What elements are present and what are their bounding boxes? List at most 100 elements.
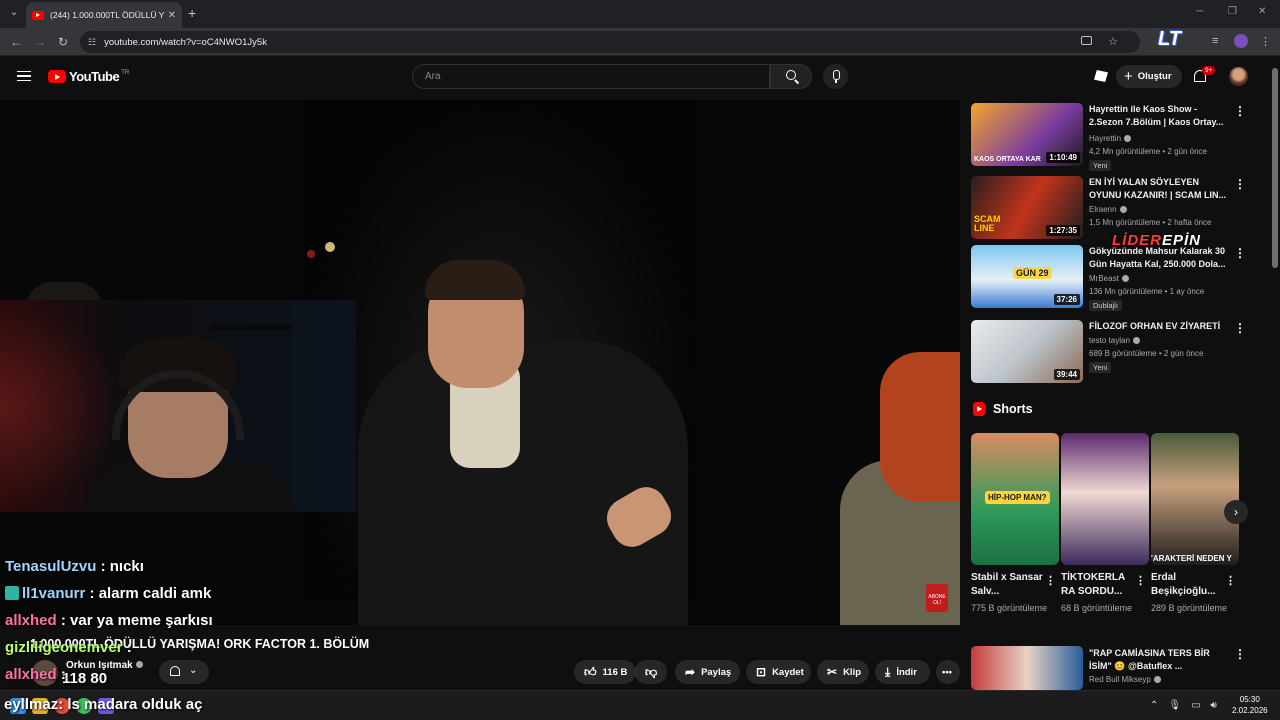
- cast-tab-icon[interactable]: [1081, 36, 1092, 45]
- rec-channel[interactable]: Red Bull Mikseyp: [1089, 675, 1161, 684]
- more-vert-icon[interactable]: ⋮: [1045, 574, 1056, 587]
- verified-icon: [1153, 676, 1161, 683]
- rec-title[interactable]: FİLOZOF ORHAN EV ZİYARETİ: [1089, 320, 1227, 333]
- taskbar-clock[interactable]: 05:30 2.02.2026: [1232, 694, 1268, 716]
- site-info-icon[interactable]: ☷: [88, 37, 96, 48]
- rec-channel[interactable]: Elraenn: [1089, 205, 1127, 214]
- more-vert-icon[interactable]: ⋮: [1234, 648, 1246, 660]
- youtube-logo[interactable]: YouTube TR: [48, 69, 129, 84]
- hamburger-menu-icon[interactable]: [17, 71, 31, 81]
- bookmark-star-icon[interactable]: ☆: [1108, 35, 1118, 48]
- bookmark-icon: ⊡: [756, 665, 767, 679]
- url-text: youtube.com/watch?v=oC4NWO1Jy5k: [104, 36, 267, 48]
- new-tab-icon[interactable]: +: [188, 5, 196, 21]
- profile-avatar[interactable]: [1234, 34, 1248, 48]
- minimize-icon[interactable]: ─: [1196, 6, 1203, 17]
- url-input[interactable]: ☷ youtube.com/watch?v=oC4NWO1Jy5k ☆: [80, 31, 1140, 53]
- tray-chevron-up-icon[interactable]: ⌃: [1150, 700, 1158, 711]
- dislike-button[interactable]: 👎︎: [635, 660, 667, 684]
- menu-dots-icon[interactable]: ⋮: [1260, 35, 1271, 48]
- close-icon[interactable]: ✕: [168, 10, 176, 21]
- rec-thumbnail[interactable]: KAOS ORTAYA KAR 1:10:49: [971, 103, 1083, 166]
- forward-icon[interactable]: →: [34, 35, 46, 49]
- rec-video[interactable]: KAOS ORTAYA KAR 1:10:49 Hayrettin ile Ka…: [971, 103, 1270, 171]
- download-icon: ⤓: [885, 664, 891, 679]
- rec-thumbnail[interactable]: GÜN 29 37:26: [971, 245, 1083, 308]
- more-vert-icon[interactable]: ⋮: [1234, 105, 1246, 117]
- chat-message: TenasulUzvu : nıckı: [5, 558, 144, 575]
- rec-channel[interactable]: MrBeast: [1089, 274, 1129, 283]
- rec-title[interactable]: EN İYİ YALAN SÖYLEYEN OYUNU KAZANIR! | S…: [1089, 176, 1227, 202]
- youtube-favicon-icon: [32, 10, 44, 20]
- short-thumbnail[interactable]: [1061, 433, 1149, 565]
- rec-thumbnail[interactable]: [971, 646, 1083, 690]
- user-avatar[interactable]: [1229, 67, 1248, 86]
- browser-tab[interactable]: (244) 1.000.000TL ÖDÜLLÜ YARIŞMA ✕: [26, 2, 182, 28]
- rec-meta: 136 Mn görüntüleme • 1 ay önce: [1089, 287, 1205, 296]
- more-vert-icon[interactable]: ⋮: [1234, 322, 1246, 334]
- more-actions-button[interactable]: •••: [936, 660, 960, 684]
- rec-video[interactable]: GÜN 29 37:26 Gökyüzünde Mahsur Kalarak 3…: [971, 245, 1270, 311]
- chat-user: allxhed: [5, 666, 57, 683]
- create-button[interactable]: + Oluştur: [1116, 65, 1182, 88]
- volume-icon[interactable]: 🔊︎: [1211, 700, 1217, 711]
- reading-list-icon[interactable]: ≡: [1212, 35, 1218, 47]
- chevron-right-icon[interactable]: ›: [1224, 500, 1248, 524]
- rec-video[interactable]: SCAM LINE 1:27:35 EN İYİ YALAN SÖYLEYEN …: [971, 176, 1270, 240]
- more-vert-icon[interactable]: ⋮: [1135, 574, 1146, 587]
- subscribe-watermark[interactable]: ABONE OL!: [926, 584, 948, 612]
- create-label: Oluştur: [1137, 71, 1172, 82]
- share-button[interactable]: ➦ Paylaş: [675, 660, 740, 684]
- verified-icon: [1119, 206, 1127, 213]
- short-item[interactable]: HİP-HOP MAN? Stabil x Sansar Salv... 775…: [971, 433, 1059, 614]
- short-title[interactable]: Stabil x Sansar Salv...: [971, 571, 1043, 599]
- rec-channel[interactable]: Hayrettin: [1089, 134, 1132, 143]
- microphone-icon[interactable]: 🎙︎: [1168, 700, 1181, 711]
- rec-meta: 1,5 Mn görüntüleme • 2 hafta önce: [1089, 218, 1212, 227]
- short-thumbnail[interactable]: 'ARAKTERİ NEDEN Y: [1151, 433, 1239, 565]
- rec-thumbnail[interactable]: SCAM LINE 1:27:35: [971, 176, 1083, 239]
- download-button[interactable]: ⤓ İndir: [875, 660, 930, 684]
- reload-icon[interactable]: ↻: [58, 35, 68, 49]
- short-title[interactable]: TİKTOKERLA RA SORDU...: [1061, 571, 1133, 599]
- save-button[interactable]: ⊡ Kaydet: [746, 660, 811, 684]
- window-close-icon[interactable]: ✕: [1258, 6, 1266, 17]
- chat-user: allxhed: [5, 612, 57, 629]
- short-item[interactable]: TİKTOKERLA RA SORDU... 68 B görüntüleme …: [1061, 433, 1149, 614]
- more-vert-icon[interactable]: ⋮: [1234, 247, 1246, 259]
- youtube-header: YouTube TR Ara + Oluştur 9+: [0, 56, 1280, 100]
- back-icon[interactable]: ←: [10, 35, 22, 49]
- premium-sparkle-icon[interactable]: [1094, 70, 1108, 82]
- short-thumbnail[interactable]: HİP-HOP MAN?: [971, 433, 1059, 565]
- rec-title[interactable]: Hayrettin ile Kaos Show - 2.Sezon 7.Bölü…: [1089, 103, 1227, 129]
- maximize-icon[interactable]: ❐: [1228, 6, 1237, 17]
- scrollbar-thumb[interactable]: [1272, 68, 1278, 268]
- rec-channel[interactable]: testo taylan: [1089, 336, 1140, 345]
- duration-badge: 1:10:49: [1046, 152, 1080, 163]
- tab-search-icon[interactable]: ⌄: [6, 5, 22, 21]
- notification-count-badge: 9+: [1202, 66, 1216, 75]
- rec-video[interactable]: 39:44 FİLOZOF ORHAN EV ZİYARETİ testo ta…: [971, 320, 1270, 384]
- rec-thumbnail[interactable]: 39:44: [971, 320, 1083, 383]
- main-person-coat: [358, 340, 688, 625]
- dubbed-badge: Dublajlı: [1089, 300, 1123, 311]
- short-item[interactable]: 'ARAKTERİ NEDEN Y Erdal Beşikçioğlu... 2…: [1151, 433, 1239, 614]
- more-vert-icon[interactable]: ⋮: [1234, 178, 1246, 190]
- page-scrollbar[interactable]: [1270, 56, 1280, 690]
- rec-title[interactable]: "RAP CAMİASINA TERS BİR İSİM" 😊 @Batufle…: [1089, 647, 1227, 673]
- search-input[interactable]: Ara: [412, 64, 770, 89]
- chat-badge-icon: [5, 586, 19, 600]
- network-icon[interactable]: ▭: [1191, 700, 1200, 711]
- chat-message: allxhed :: [5, 666, 66, 683]
- search-button[interactable]: [770, 64, 812, 89]
- chat-text: alarm caldi amk: [98, 585, 212, 602]
- save-label: Kaydet: [772, 666, 804, 678]
- clip-button[interactable]: ✂ Klip: [817, 660, 869, 684]
- more-vert-icon[interactable]: ⋮: [1225, 574, 1236, 587]
- short-title[interactable]: Erdal Beşikçioğlu...: [1151, 571, 1223, 599]
- thumb-text: KAOS ORTAYA KAR: [974, 156, 1041, 163]
- like-button[interactable]: 👍︎ 116 B: [574, 660, 636, 684]
- share-icon: ➦: [685, 665, 696, 679]
- rec-channel-text: Red Bull Mikseyp: [1089, 675, 1151, 684]
- voice-search-mic-icon[interactable]: [823, 64, 848, 89]
